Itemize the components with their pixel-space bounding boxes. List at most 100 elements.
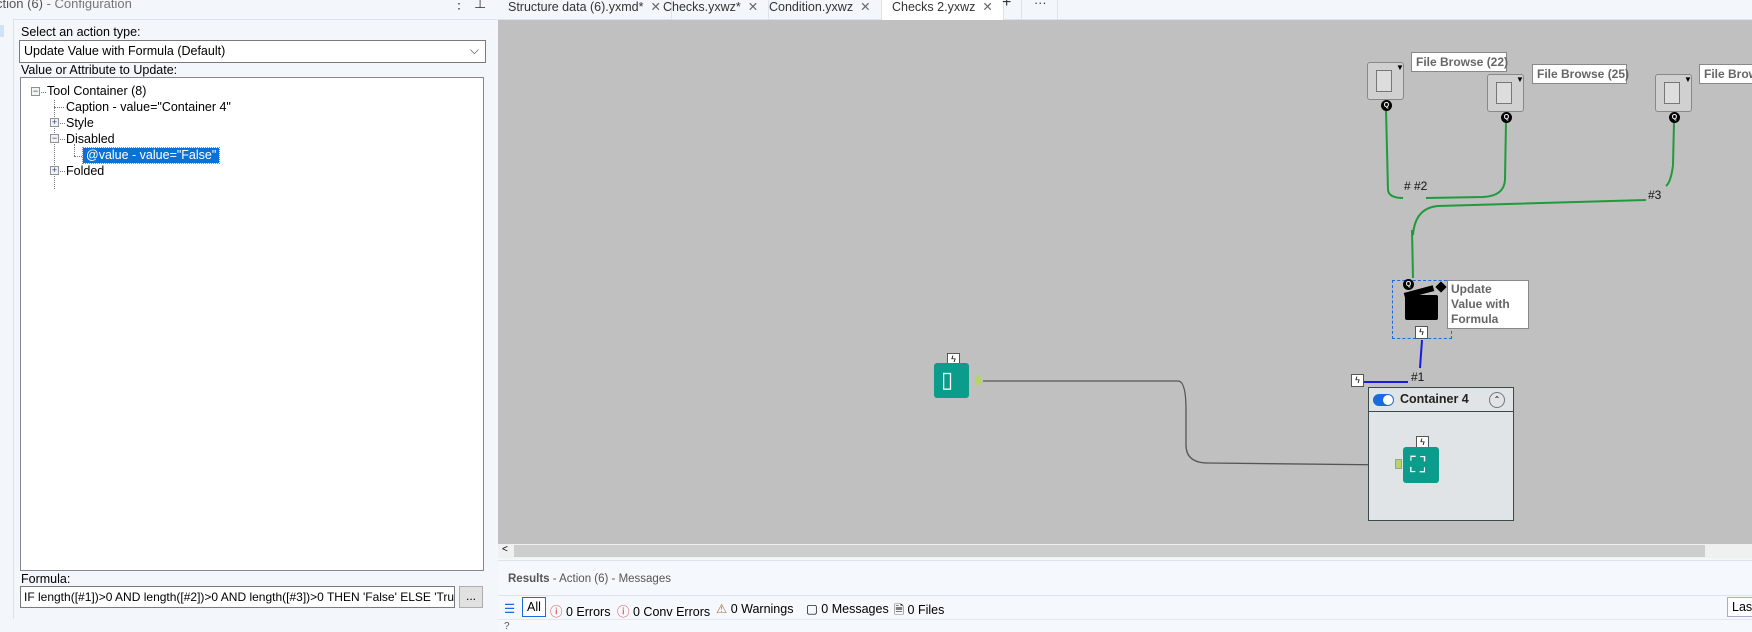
- connection-line: [1419, 339, 1423, 369]
- scrollbar-thumb[interactable]: [514, 545, 1705, 557]
- container-header: Container 4 ⌃: [1369, 388, 1513, 412]
- last-run-dropdown[interactable]: Last: [1727, 597, 1752, 617]
- action-type-value: Update Value with Formula (Default): [24, 44, 226, 58]
- connection-line: [983, 380, 1395, 466]
- tab-structure-data[interactable]: Structure data (6).yxmd* ✕: [498, 0, 672, 20]
- tree-label: Value or Attribute to Update:: [21, 63, 178, 77]
- file-browse-tool-25[interactable]: ▼: [1487, 74, 1524, 112]
- collapse-icon[interactable]: −: [50, 134, 59, 143]
- conv-error-icon: ⓘ: [617, 605, 630, 619]
- config-title: ction (6): [0, 0, 43, 11]
- question-anchor-icon[interactable]: Q: [1669, 112, 1680, 123]
- document-icon: [1496, 82, 1512, 104]
- attribute-tree[interactable]: − Tool Container (8) Caption - value="Co…: [20, 77, 484, 571]
- tree-item-value-selected[interactable]: @value - value="False": [81, 147, 221, 164]
- file-browse-tool-22[interactable]: ▼: [1367, 62, 1404, 100]
- connection-label: #1: [1411, 370, 1425, 384]
- lightning-icon[interactable]: ϟ: [1415, 326, 1428, 339]
- error-icon: ⓘ: [550, 605, 563, 619]
- message-icon: ▢: [806, 602, 818, 616]
- more-options-icon[interactable]: ⋮: [452, 0, 466, 10]
- document-icon: [1664, 82, 1680, 104]
- formula-input[interactable]: IF length([#1])>0 AND length([#2])>0 AND…: [20, 586, 455, 608]
- side-tab-active[interactable]: [0, 25, 4, 37]
- close-icon[interactable]: ✕: [748, 0, 758, 14]
- close-icon[interactable]: ✕: [860, 0, 870, 14]
- expand-icon[interactable]: +: [50, 166, 59, 175]
- side-toolbar: [0, 19, 14, 619]
- tab-checks[interactable]: Checks.yxwz* ✕: [653, 0, 770, 20]
- scroll-left-icon[interactable]: <: [502, 544, 508, 555]
- tab-condition[interactable]: Condition.yxwz ✕: [759, 0, 882, 20]
- collapse-container-icon[interactable]: ⌃: [1489, 392, 1505, 408]
- file-browse-3-label: File Brows: [1699, 64, 1752, 84]
- action-type-dropdown[interactable]: Update Value with Formula (Default) ⌵: [19, 40, 486, 63]
- tab-label: Checks.yxwz*: [663, 0, 741, 14]
- book-icon: ▯: [941, 367, 954, 392]
- tab-label: Structure data (6).yxmd*: [508, 0, 644, 14]
- input-tool[interactable]: ▯: [934, 363, 969, 398]
- file-browse-22-label: File Browse (22): [1411, 52, 1508, 72]
- formula-label: Formula:: [21, 572, 71, 586]
- document-tabs: Structure data (6).yxmd* ✕ Checks.yxwz* ✕ …: [498, 0, 1752, 20]
- input-anchor[interactable]: [1395, 459, 1402, 469]
- chevron-down-icon: ⌵: [469, 43, 479, 57]
- file-browse-tool-3[interactable]: ▼: [1655, 74, 1692, 112]
- filter-errors-button[interactable]: ⓘ 0 Errors: [550, 601, 610, 620]
- collapse-icon[interactable]: −: [31, 87, 40, 96]
- question-anchor-icon[interactable]: Q: [1403, 279, 1414, 290]
- connection-line: [1411, 229, 1414, 279]
- update-value-label: Update Value with Formula: [1447, 280, 1529, 329]
- action-type-label: Select an action type:: [21, 25, 141, 39]
- clapperboard-icon: [1405, 295, 1438, 320]
- document-icon: [1376, 70, 1392, 92]
- connection-label: #3: [1648, 188, 1662, 202]
- tree-item-tool-container[interactable]: Tool Container (8): [47, 84, 146, 99]
- tab-label: Condition.yxwz: [769, 0, 854, 14]
- question-anchor-icon[interactable]: Q: [1501, 112, 1512, 123]
- file-icon: 🗎: [894, 603, 905, 617]
- container-title: Container 4: [1400, 392, 1469, 406]
- dropdown-arrow-icon: ▼: [1684, 75, 1692, 84]
- results-title: Results: [508, 573, 550, 585]
- connection-line: [1412, 199, 1647, 236]
- formula-editor-button[interactable]: ...: [459, 586, 483, 608]
- workflow-canvas[interactable]: ▼ Q File Browse (22) ▼ Q File Browse (25…: [498, 20, 1752, 544]
- filter-warnings-button[interactable]: ⚠ 0 Warnings: [716, 601, 793, 616]
- add-tab-button[interactable]: +: [992, 0, 1023, 20]
- file-browse-25-label: File Browse (25): [1532, 64, 1629, 84]
- tree-item-caption[interactable]: Caption - value="Container 4": [66, 100, 231, 115]
- warning-icon: ⚠: [716, 602, 728, 616]
- filter-messages-button[interactable]: ▢ 0 Messages: [806, 601, 889, 616]
- help-icon[interactable]: ?: [504, 621, 510, 632]
- tree-item-style[interactable]: Style: [66, 116, 94, 131]
- question-anchor-icon[interactable]: Q: [1381, 100, 1392, 111]
- results-panel: Results - Action (6) - Messages ☰ All ⓘ …: [498, 560, 1752, 632]
- connection-line: [1385, 109, 1404, 199]
- pin-icon[interactable]: ⊥: [474, 0, 486, 10]
- results-subtitle: - Action (6) - Messages: [549, 573, 671, 585]
- more-tabs-button[interactable]: ···: [1024, 0, 1058, 20]
- filter-conv-errors-button[interactable]: ⓘ 0 Conv Errors: [617, 601, 710, 620]
- lightning-icon[interactable]: ϟ: [1351, 374, 1364, 387]
- connection-line: [1425, 121, 1507, 199]
- dropdown-arrow-icon: ▼: [1396, 63, 1404, 72]
- connection-line: [1665, 121, 1675, 187]
- output-anchor[interactable]: [975, 376, 982, 385]
- connection-label: # #2: [1404, 179, 1428, 193]
- diamond-icon: [1435, 281, 1447, 293]
- enable-toggle[interactable]: [1373, 394, 1394, 406]
- tab-label: Checks 2.yxwz: [892, 0, 976, 14]
- connections-layer: [983, 109, 1675, 466]
- tab-checks-2[interactable]: Checks 2.yxwz ✕: [882, 0, 1004, 20]
- tree-item-folded[interactable]: Folded: [66, 164, 104, 179]
- dropdown-arrow-icon: ▼: [1516, 75, 1524, 84]
- binoculars-icon: ⛶: [1410, 452, 1426, 477]
- browse-tool[interactable]: ⛶: [1403, 447, 1439, 483]
- filter-all-button[interactable]: All: [522, 597, 546, 617]
- config-subtitle: - Configuration: [42, 0, 132, 11]
- expand-icon[interactable]: +: [50, 118, 59, 127]
- config-panel-header: ction (6) - Configuration ⋮ ⊥: [0, 0, 497, 20]
- list-view-icon[interactable]: ☰: [504, 601, 515, 616]
- tool-container[interactable]: Container 4 ⌃: [1368, 387, 1514, 521]
